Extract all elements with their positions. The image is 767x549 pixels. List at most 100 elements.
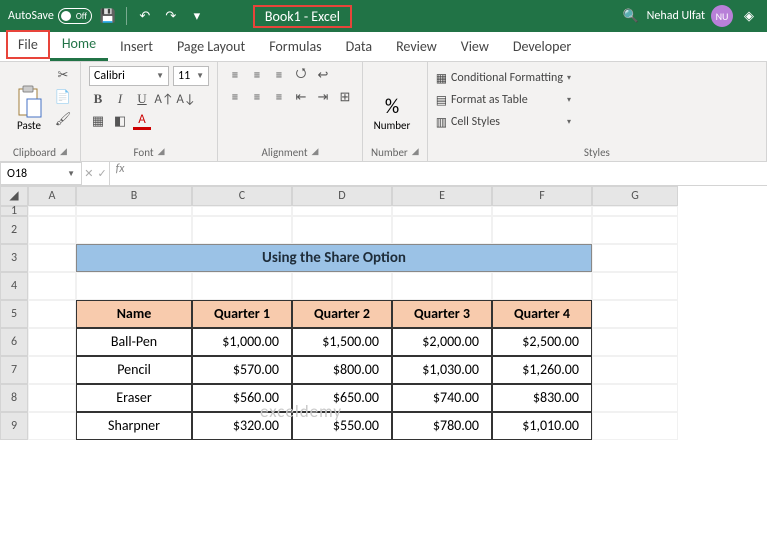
- tab-view[interactable]: View: [449, 32, 501, 61]
- save-icon[interactable]: 💾: [98, 6, 118, 26]
- align-middle-icon[interactable]: ≡: [248, 66, 266, 84]
- cut-icon[interactable]: ✂: [54, 66, 72, 84]
- font-name-select[interactable]: Calibri▼: [89, 66, 169, 86]
- underline-button[interactable]: U: [133, 90, 151, 108]
- col-header[interactable]: G: [592, 186, 678, 206]
- cell-styles-button[interactable]: ▥Cell Styles▾: [436, 112, 571, 132]
- row-header[interactable]: 4: [0, 272, 28, 300]
- table-header[interactable]: Quarter 1: [192, 300, 292, 328]
- col-header[interactable]: B: [76, 186, 192, 206]
- autosave-toggle[interactable]: Off: [58, 8, 92, 24]
- fill-color-icon[interactable]: ◧: [111, 112, 129, 130]
- row-header[interactable]: 9: [0, 412, 28, 440]
- conditional-formatting-button[interactable]: ▦Conditional Formatting▾: [436, 68, 571, 88]
- table-cell[interactable]: $780.00: [392, 412, 492, 440]
- tab-home[interactable]: Home: [50, 29, 108, 61]
- alignment-launcher-icon[interactable]: ◢: [312, 146, 319, 159]
- table-header[interactable]: Name: [76, 300, 192, 328]
- diamond-icon[interactable]: ◈: [739, 6, 759, 26]
- table-cell[interactable]: $740.00: [392, 384, 492, 412]
- italic-button[interactable]: I: [111, 90, 129, 108]
- tab-formulas[interactable]: Formulas: [257, 32, 333, 61]
- bold-button[interactable]: B: [89, 90, 107, 108]
- paste-button[interactable]: Paste: [8, 66, 50, 132]
- number-launcher-icon[interactable]: ◢: [412, 146, 419, 159]
- font-launcher-icon[interactable]: ◢: [158, 146, 165, 159]
- touch-mode-icon[interactable]: ▾: [187, 6, 207, 26]
- undo-icon[interactable]: ↶: [135, 6, 155, 26]
- table-cell[interactable]: $1,500.00: [292, 328, 392, 356]
- align-bottom-icon[interactable]: ≡: [270, 66, 288, 84]
- table-cell[interactable]: $550.00: [292, 412, 392, 440]
- row-header[interactable]: 1: [0, 206, 28, 216]
- tab-data[interactable]: Data: [334, 32, 384, 61]
- table-cell[interactable]: $1,010.00: [492, 412, 592, 440]
- row-header[interactable]: 2: [0, 216, 28, 244]
- format-painter-icon[interactable]: 🖌: [54, 110, 72, 128]
- tab-review[interactable]: Review: [384, 32, 449, 61]
- row-header[interactable]: 3: [0, 244, 28, 272]
- table-header[interactable]: Quarter 3: [392, 300, 492, 328]
- search-icon[interactable]: 🔍: [621, 6, 641, 26]
- table-header[interactable]: Quarter 4: [492, 300, 592, 328]
- table-cell[interactable]: Pencil: [76, 356, 192, 384]
- format-as-table-button[interactable]: ▤Format as Table▾: [436, 90, 571, 110]
- font-size-select[interactable]: 11▼: [173, 66, 209, 86]
- align-right-icon[interactable]: ≡: [270, 88, 288, 106]
- increase-font-icon[interactable]: A↑: [155, 90, 173, 108]
- fx-label[interactable]: fx: [110, 162, 130, 185]
- select-all-corner[interactable]: ◢: [0, 186, 28, 206]
- col-header[interactable]: A: [28, 186, 76, 206]
- align-left-icon[interactable]: ≡: [226, 88, 244, 106]
- formula-input[interactable]: [130, 162, 767, 185]
- enter-icon[interactable]: ✓: [98, 167, 107, 180]
- number-format-button[interactable]: % Number: [371, 66, 413, 132]
- cancel-icon[interactable]: ✕: [84, 167, 93, 180]
- copy-icon[interactable]: 📄: [54, 88, 72, 106]
- row-header[interactable]: 8: [0, 384, 28, 412]
- decrease-indent-icon[interactable]: ⇤: [292, 88, 310, 106]
- col-header[interactable]: F: [492, 186, 592, 206]
- table-cell[interactable]: $1,260.00: [492, 356, 592, 384]
- table-cell[interactable]: Eraser: [76, 384, 192, 412]
- table-cell[interactable]: $650.00: [292, 384, 392, 412]
- row-header[interactable]: 7: [0, 356, 28, 384]
- table-cell[interactable]: $320.00: [192, 412, 292, 440]
- row-header[interactable]: 5: [0, 300, 28, 328]
- table-cell[interactable]: $1,000.00: [192, 328, 292, 356]
- clipboard-launcher-icon[interactable]: ◢: [60, 146, 67, 159]
- table-cell[interactable]: $560.00: [192, 384, 292, 412]
- table-cell[interactable]: $2,500.00: [492, 328, 592, 356]
- worksheet[interactable]: ◢ A B C D E F G 1 2 3 Using the Share Op…: [0, 186, 767, 440]
- tab-page-layout[interactable]: Page Layout: [165, 32, 257, 61]
- borders-icon[interactable]: ▦: [89, 112, 107, 130]
- row-header[interactable]: 6: [0, 328, 28, 356]
- orientation-icon[interactable]: ⭯: [292, 66, 310, 84]
- table-cell[interactable]: $1,030.00: [392, 356, 492, 384]
- align-center-icon[interactable]: ≡: [248, 88, 266, 106]
- sheet-title[interactable]: Using the Share Option: [76, 244, 592, 272]
- tab-file[interactable]: File: [6, 30, 50, 59]
- autosave-control[interactable]: AutoSave Off: [8, 8, 92, 24]
- decrease-font-icon[interactable]: A↓: [177, 90, 195, 108]
- align-top-icon[interactable]: ≡: [226, 66, 244, 84]
- table-cell[interactable]: $830.00: [492, 384, 592, 412]
- col-header[interactable]: E: [392, 186, 492, 206]
- name-box[interactable]: O18▼: [0, 162, 82, 185]
- tab-developer[interactable]: Developer: [501, 32, 583, 61]
- col-header[interactable]: C: [192, 186, 292, 206]
- table-cell[interactable]: Sharpner: [76, 412, 192, 440]
- table-cell[interactable]: $570.00: [192, 356, 292, 384]
- tab-insert[interactable]: Insert: [108, 32, 165, 61]
- increase-indent-icon[interactable]: ⇥: [314, 88, 332, 106]
- account-button[interactable]: Nehad Ulfat NU: [647, 5, 733, 27]
- redo-icon[interactable]: ↷: [161, 6, 181, 26]
- table-cell[interactable]: $2,000.00: [392, 328, 492, 356]
- table-header[interactable]: Quarter 2: [292, 300, 392, 328]
- font-color-icon[interactable]: A: [133, 112, 151, 130]
- merge-icon[interactable]: ⊞: [336, 88, 354, 106]
- table-cell[interactable]: $800.00: [292, 356, 392, 384]
- wrap-text-icon[interactable]: ↩: [314, 66, 332, 84]
- col-header[interactable]: D: [292, 186, 392, 206]
- table-cell[interactable]: Ball-Pen: [76, 328, 192, 356]
